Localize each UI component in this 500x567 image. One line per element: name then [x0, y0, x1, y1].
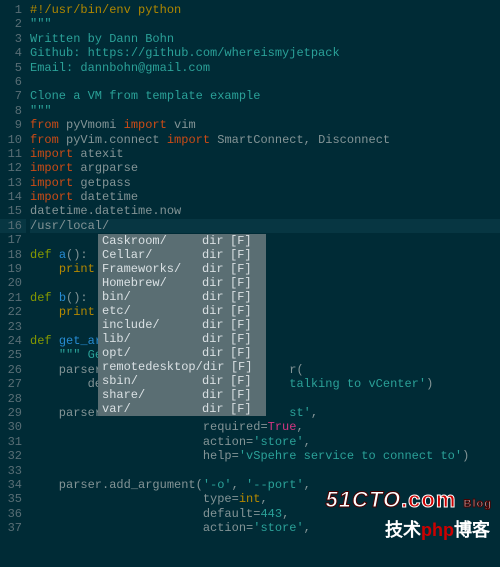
line-number: 5	[0, 61, 26, 75]
completion-item[interactable]: Frameworks/dir[F]	[98, 262, 266, 276]
code-line[interactable]: Github: https://github.com/whereismyjetp…	[30, 46, 500, 60]
code-line[interactable]: Written by Dann Bohn	[30, 32, 500, 46]
line-number: 11	[0, 147, 26, 161]
line-number: 6	[0, 75, 26, 89]
line-number: 35	[0, 492, 26, 506]
code-line[interactable]	[30, 464, 500, 478]
line-number: 3	[0, 32, 26, 46]
line-number: 31	[0, 435, 26, 449]
line-number: 17	[0, 233, 26, 247]
code-line[interactable]: """	[30, 17, 500, 31]
line-number: 30	[0, 420, 26, 434]
code-line[interactable]: action='store',	[30, 435, 500, 449]
completion-item[interactable]: sbin/dir[F]	[98, 374, 266, 388]
line-number: 8	[0, 104, 26, 118]
code-editor[interactable]: >>>>> 1234567891011121314151617181920212…	[0, 0, 500, 567]
watermark-phpcn: 技术php博客	[385, 523, 490, 537]
line-number-gutter: 1234567891011121314151617181920212223242…	[0, 0, 26, 535]
completion-item[interactable]: Cellar/dir[F]	[98, 248, 266, 262]
completion-item[interactable]: bin/dir[F]	[98, 290, 266, 304]
line-number: 22	[0, 305, 26, 319]
line-number: 13	[0, 176, 26, 190]
line-number: 1	[0, 3, 26, 17]
line-number: 10	[0, 133, 26, 147]
completion-item[interactable]: include/dir[F]	[98, 318, 266, 332]
line-number: 21	[0, 291, 26, 305]
completion-item[interactable]: etc/dir[F]	[98, 304, 266, 318]
completion-item[interactable]: opt/dir[F]	[98, 346, 266, 360]
code-line[interactable]: import atexit	[30, 147, 500, 161]
line-number: 25	[0, 348, 26, 362]
code-line[interactable]: Email: dannbohn@gmail.com	[30, 61, 500, 75]
line-number: 7	[0, 89, 26, 103]
watermark-51cto: 51CTO.com Blog	[326, 493, 492, 511]
code-line[interactable]: /usr/local/	[30, 219, 500, 233]
completion-item[interactable]: Homebrew/dir[F]	[98, 276, 266, 290]
line-number: 37	[0, 521, 26, 535]
code-line[interactable]: import argparse	[30, 161, 500, 175]
completion-item[interactable]: remotedesktop/dir[F]	[98, 360, 266, 374]
line-number: 28	[0, 392, 26, 406]
completion-item[interactable]: share/dir[F]	[98, 388, 266, 402]
line-number: 2	[0, 17, 26, 31]
completion-item[interactable]: lib/dir[F]	[98, 332, 266, 346]
line-number: 26	[0, 363, 26, 377]
line-number: 18	[0, 248, 26, 262]
code-line[interactable]: #!/usr/bin/env python	[30, 3, 500, 17]
line-number: 20	[0, 276, 26, 290]
line-number: 33	[0, 464, 26, 478]
line-number: 12	[0, 161, 26, 175]
code-line[interactable]: help='vSpehre service to connect to')	[30, 449, 500, 463]
completion-item[interactable]: var/dir[F]	[98, 402, 266, 416]
line-number: 34	[0, 478, 26, 492]
line-number: 16	[0, 219, 26, 233]
completion-item[interactable]: Caskroom/dir[F]	[98, 234, 266, 248]
line-number: 4	[0, 46, 26, 60]
code-line[interactable]: from pyVmomi import vim	[30, 118, 500, 132]
line-number: 15	[0, 204, 26, 218]
line-number: 19	[0, 262, 26, 276]
code-line[interactable]: import datetime	[30, 190, 500, 204]
line-number: 14	[0, 190, 26, 204]
line-number: 24	[0, 334, 26, 348]
line-number: 36	[0, 507, 26, 521]
line-number: 9	[0, 118, 26, 132]
code-line[interactable]: from pyVim.connect import SmartConnect, …	[30, 133, 500, 147]
code-line[interactable]: """	[30, 104, 500, 118]
line-number: 23	[0, 320, 26, 334]
code-line[interactable]: Clone a VM from template example	[30, 89, 500, 103]
line-number: 27	[0, 377, 26, 391]
code-line[interactable]: import getpass	[30, 176, 500, 190]
line-number: 29	[0, 406, 26, 420]
completion-popup[interactable]: Caskroom/dir[F]Cellar/dir[F]Frameworks/d…	[98, 234, 266, 416]
code-line[interactable]	[30, 75, 500, 89]
code-line[interactable]: datetime.datetime.now	[30, 204, 500, 218]
code-line[interactable]: required=True,	[30, 420, 500, 434]
line-number: 32	[0, 449, 26, 463]
